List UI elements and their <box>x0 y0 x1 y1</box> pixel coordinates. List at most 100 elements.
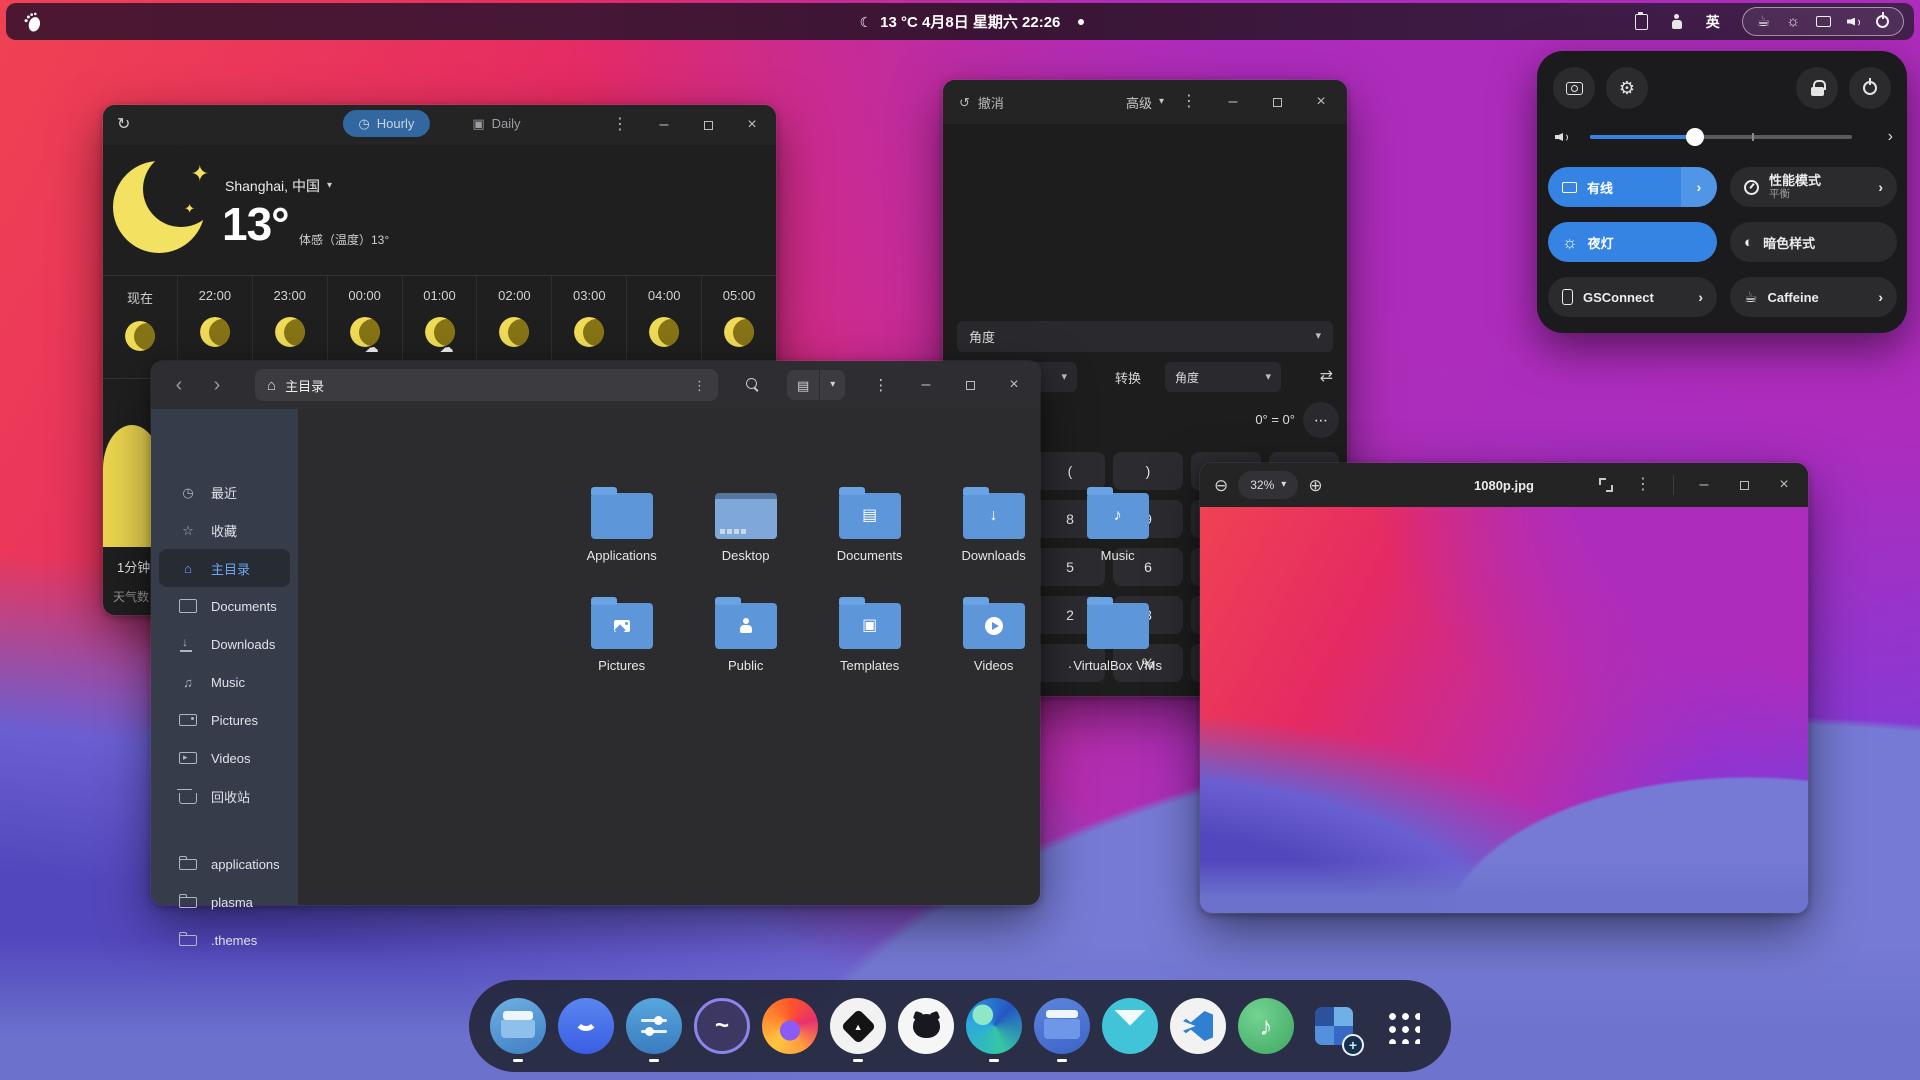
folder-videos[interactable]: Videos <box>932 595 1056 705</box>
volume-knob[interactable] <box>1685 128 1704 146</box>
dock-github[interactable] <box>897 989 955 1063</box>
sidebar-item-starred[interactable]: ☆ 收藏 <box>159 511 290 549</box>
dock-system-monitor[interactable]: ~ <box>693 989 751 1063</box>
folder-music[interactable]: ♪ Music <box>1056 485 1180 595</box>
dock-app-grid[interactable] <box>1373 989 1431 1063</box>
dock-files[interactable] <box>489 989 547 1063</box>
folder-virtualbox-vms[interactable]: VirtualBox VMs <box>1056 595 1180 705</box>
menu-kebab-icon[interactable]: ⋮ <box>1179 92 1199 112</box>
files-content-area[interactable]: Applications Desktop ▤ Documents ↓ Downloa… <box>298 409 1180 905</box>
minimize-button[interactable]: – <box>916 375 936 395</box>
zoom-in-button[interactable]: ⊕ <box>1308 477 1322 494</box>
settings-button[interactable]: ⚙ <box>1606 67 1648 109</box>
folder-public[interactable]: Public <box>684 595 808 705</box>
system-status-area[interactable]: ☕ ☼ <box>1741 7 1904 36</box>
dock-inkscape[interactable] <box>829 989 887 1063</box>
wired-toggle[interactable]: 有线 › <box>1548 167 1717 207</box>
sidebar-item-home[interactable]: ⌂ 主目录 <box>159 549 290 587</box>
list-view-icon[interactable]: ▤ <box>787 370 819 400</box>
path-menu-kebab-icon[interactable]: ⋮ <box>693 379 706 392</box>
refresh-icon[interactable]: ↻ <box>117 117 130 133</box>
dock-file-manager[interactable] <box>1033 989 1091 1063</box>
activities-button[interactable] <box>16 8 50 36</box>
sidebar-item-trash[interactable]: 回收站 <box>159 777 290 815</box>
quick-toggles: 有线 › 性能模式 平衡 › ☼ 夜灯 ◐ 暗色样式 GSConnect › ☕… <box>1548 167 1897 317</box>
tab-daily[interactable]: ▣ Daily <box>456 110 536 137</box>
zoom-out-button[interactable]: ⊖ <box>1214 477 1228 494</box>
sidebar-bookmark-plasma[interactable]: plasma <box>159 883 290 921</box>
folder-desktop[interactable]: Desktop <box>684 485 808 595</box>
clock-menu[interactable]: ☾ 13 °C 4月8日 星期六 22:26 <box>860 11 1061 32</box>
minimize-button[interactable]: – <box>1694 475 1714 495</box>
viewer-image-area[interactable] <box>1200 507 1808 913</box>
power-button[interactable] <box>1849 67 1891 109</box>
chevron-right-icon[interactable]: › <box>1888 129 1893 145</box>
close-button[interactable]: × <box>1311 92 1331 112</box>
fullscreen-button[interactable] <box>1599 478 1613 492</box>
running-indicator <box>1057 1059 1067 1062</box>
volume-slider[interactable] <box>1590 128 1852 146</box>
sidebar-item-videos[interactable]: Videos <box>159 739 290 777</box>
more-functions-button[interactable]: ⋯ <box>1303 402 1339 438</box>
screenshot-button[interactable] <box>1553 67 1595 109</box>
mode-selector[interactable]: 高级 ▾ <box>1126 93 1164 112</box>
lock-button[interactable] <box>1796 67 1838 109</box>
close-button[interactable]: × <box>742 115 762 135</box>
maximize-button[interactable] <box>698 115 718 135</box>
swap-units-icon[interactable]: ⇄ <box>1320 369 1333 385</box>
dock-software[interactable]: + <box>1305 989 1364 1063</box>
sidebar-item-recent[interactable]: ◷ 最近 <box>159 473 290 511</box>
close-button[interactable]: × <box>1774 475 1794 495</box>
zoom-level-dropdown[interactable]: 32% ▾ <box>1238 471 1299 499</box>
dock-mail[interactable] <box>1101 989 1159 1063</box>
power-mode-toggle[interactable]: 性能模式 平衡 › <box>1730 167 1897 207</box>
night-light-toggle[interactable]: ☼ 夜灯 <box>1548 222 1717 262</box>
undo-button[interactable]: ↺ 撤消 <box>959 93 1004 112</box>
close-button[interactable]: × <box>1004 375 1024 395</box>
software-center-icon: + <box>1306 998 1364 1056</box>
maximize-button[interactable] <box>960 375 980 395</box>
input-method-indicator[interactable]: 英 <box>1706 12 1720 32</box>
dock-edge[interactable] <box>965 989 1023 1063</box>
back-button[interactable]: ‹ <box>167 374 191 397</box>
weather-location[interactable]: Shanghai, 中国 ▾ <box>225 176 332 196</box>
dock-settings[interactable] <box>625 989 683 1063</box>
view-options-chevron-icon[interactable]: ▾ <box>819 370 845 400</box>
maximize-button[interactable] <box>1734 475 1754 495</box>
sidebar-bookmark-applications[interactable]: applications <box>159 845 290 883</box>
folder-documents[interactable]: ▤ Documents <box>808 485 932 595</box>
accessibility-icon[interactable] <box>1670 13 1684 30</box>
dock-weather[interactable] <box>557 989 615 1063</box>
folder-downloads[interactable]: ↓ Downloads <box>932 485 1056 595</box>
dock-music[interactable]: ♪ <box>1237 989 1295 1063</box>
wired-expand-arrow[interactable]: › <box>1681 167 1717 207</box>
clipboard-icon[interactable] <box>1634 11 1648 30</box>
minimize-button[interactable]: – <box>1223 92 1243 112</box>
maximize-button[interactable] <box>1267 92 1287 112</box>
path-bar[interactable]: ⌂ 主目录 ⋮ <box>255 369 718 401</box>
dark-style-toggle[interactable]: ◐ 暗色样式 <box>1730 222 1897 262</box>
search-icon[interactable] <box>746 377 761 393</box>
caffeine-toggle[interactable]: ☕ Caffeine › <box>1730 277 1897 317</box>
unit-to-dropdown[interactable]: 角度 ▾ <box>1165 362 1282 392</box>
weather-location-label: Shanghai, 中国 <box>225 178 320 194</box>
folder-templates[interactable]: ▣ Templates <box>808 595 932 705</box>
tab-hourly[interactable]: ◷ Hourly <box>342 110 431 137</box>
sidebar-item-downloads[interactable]: Downloads <box>159 625 290 663</box>
menu-kebab-icon[interactable]: ⋮ <box>1633 475 1653 495</box>
sidebar-item-documents[interactable]: Documents <box>159 587 290 625</box>
sidebar-item-pictures[interactable]: Pictures <box>159 701 290 739</box>
power-icon <box>1876 12 1889 28</box>
folder-pictures[interactable]: Pictures <box>560 595 684 705</box>
folder-applications[interactable]: Applications <box>560 485 684 595</box>
gsconnect-toggle[interactable]: GSConnect › <box>1548 277 1717 317</box>
unit-category-dropdown[interactable]: 角度 ▾ <box>957 321 1333 352</box>
sidebar-bookmark-themes[interactable]: .themes <box>159 921 290 959</box>
dock-firefox[interactable] <box>761 989 819 1063</box>
menu-kebab-icon[interactable]: ⋮ <box>873 378 888 393</box>
sidebar-item-music[interactable]: ♫ Music <box>159 663 290 701</box>
menu-kebab-icon[interactable]: ⋮ <box>610 115 630 135</box>
minimize-button[interactable]: – <box>654 115 674 135</box>
forward-button[interactable]: › <box>205 374 229 397</box>
dock-vscode[interactable] <box>1169 989 1227 1063</box>
